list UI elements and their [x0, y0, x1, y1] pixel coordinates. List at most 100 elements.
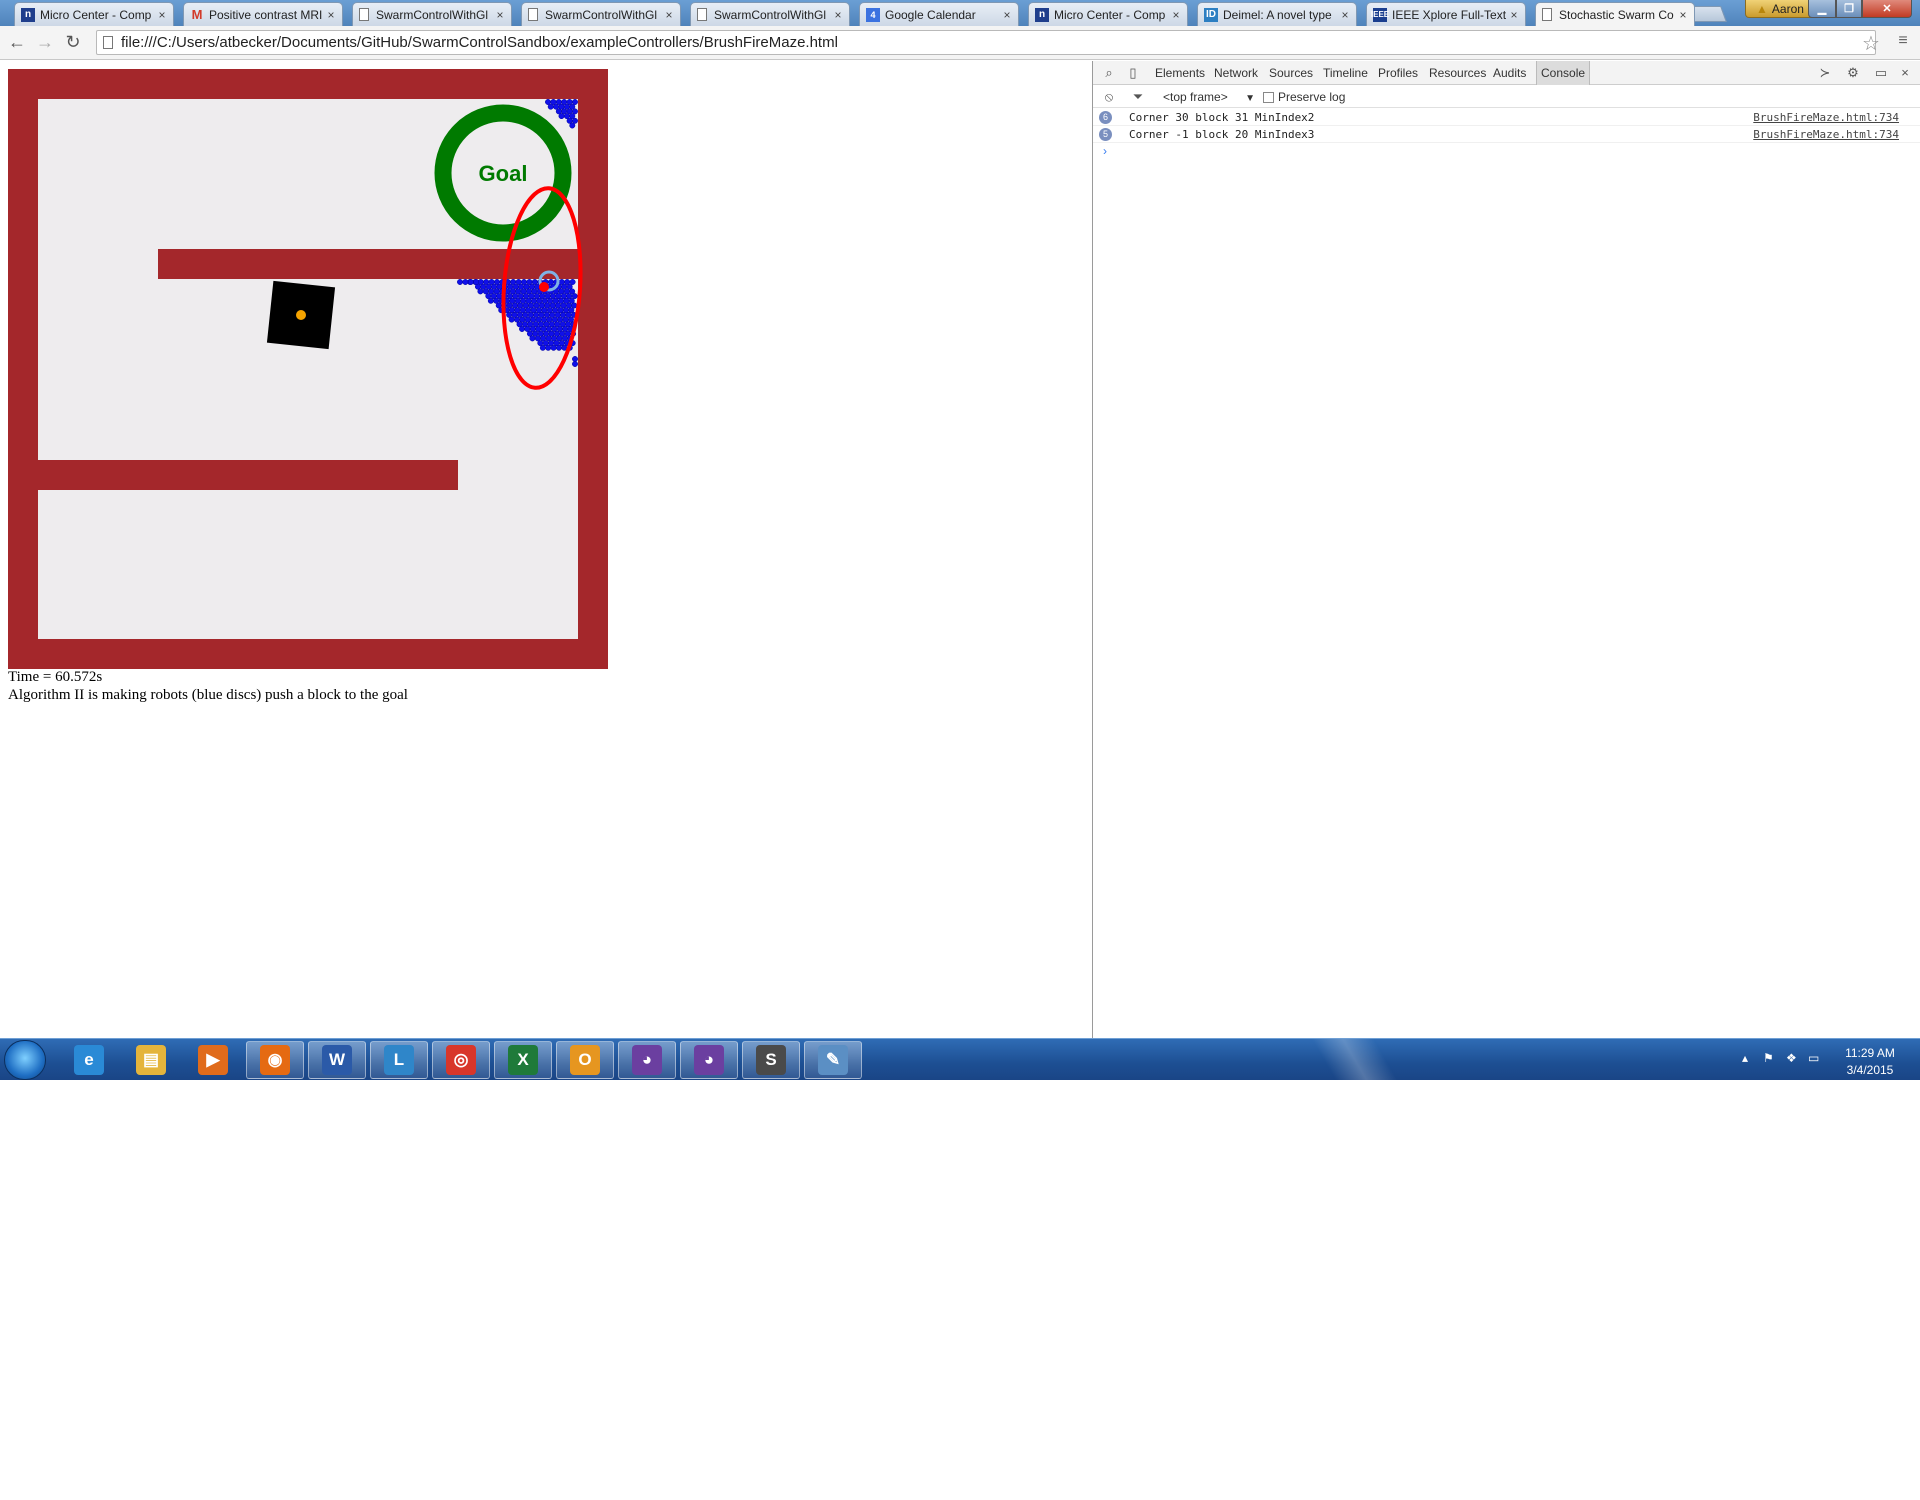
devtools-close-icon[interactable]: ×	[1897, 65, 1913, 81]
robot-disc	[571, 293, 578, 300]
taskbar-button[interactable]: O	[556, 1041, 614, 1079]
browser-tab[interactable]: 4 Google Calendar ×	[859, 2, 1019, 26]
forward-arrow-icon: →	[36, 32, 54, 52]
clock-date[interactable]: 3/4/2015	[1842, 1063, 1898, 1077]
devtools-tab-audits[interactable]: Audits	[1493, 61, 1526, 85]
console-prompt[interactable]: ›	[1093, 143, 1920, 160]
simulation-canvas[interactable]: Goal	[8, 69, 608, 669]
browser-tab[interactable]: Stochastic Swarm Co ×	[1535, 2, 1695, 26]
console-message: 5 Corner -1 block 20 MinIndex3 BrushFireMa…	[1093, 126, 1920, 143]
dropbox-icon[interactable]: ❖	[1786, 1051, 1797, 1065]
tab-close-icon[interactable]: ×	[831, 8, 845, 22]
preserve-log-checkbox[interactable]	[1263, 91, 1274, 103]
clock-time[interactable]: 11:29 AM	[1842, 1046, 1898, 1060]
tab-close-icon[interactable]: ×	[1000, 8, 1014, 22]
taskbar-button[interactable]: ▤	[122, 1041, 180, 1079]
browser-tab[interactable]: SwarmControlWithGl ×	[352, 2, 512, 26]
tab-close-icon[interactable]: ×	[1338, 8, 1352, 22]
taskbar-button[interactable]: ▶	[184, 1041, 242, 1079]
tab-label: Micro Center - Comp	[1054, 7, 1166, 22]
devtools-tab-resources[interactable]: Resources	[1429, 61, 1486, 85]
back-button[interactable]: ←	[6, 31, 28, 53]
browser-tab[interactable]: SwarmControlWithGl ×	[521, 2, 681, 26]
tab-close-icon[interactable]: ×	[1169, 8, 1183, 22]
devtools-tab-console[interactable]: Console	[1536, 61, 1591, 85]
devtools-tab-network[interactable]: Network	[1214, 61, 1258, 85]
console-drawer-icon[interactable]: ≻	[1817, 65, 1833, 81]
network-icon[interactable]: ▭	[1808, 1051, 1819, 1065]
page-content: Goal Time = 60.572s Algorithm II is maki…	[0, 61, 1092, 1038]
minimize-icon: ▁	[1817, 3, 1827, 15]
window-restore-button[interactable]: ❐	[1836, 0, 1862, 18]
taskbar-button[interactable]: ✎	[804, 1041, 862, 1079]
browser-tab[interactable]: M Positive contrast MRI ×	[183, 2, 343, 26]
chrome-menu-button[interactable]: ≡	[1894, 32, 1912, 50]
tab-label: Micro Center - Comp	[40, 7, 152, 22]
action-center-flag-icon[interactable]: ⚑	[1763, 1051, 1774, 1065]
robot-disc	[529, 335, 536, 342]
profile-button[interactable]: ▲ Aaron	[1745, 0, 1815, 18]
browser-tab[interactable]: IEEE IEEE Xplore Full-Text ×	[1366, 2, 1526, 26]
forward-button[interactable]: →	[34, 31, 56, 53]
robot-disc	[457, 279, 463, 285]
taskbar-button[interactable]: ◉	[246, 1041, 304, 1079]
page-icon	[1542, 8, 1552, 21]
robot-disc	[547, 103, 554, 110]
taskbar-button[interactable]: L	[370, 1041, 428, 1079]
preserve-log-label: Preserve log	[1278, 90, 1346, 104]
tab-close-icon[interactable]: ×	[155, 8, 169, 22]
devtools-tab-elements[interactable]: Elements	[1155, 61, 1205, 85]
device-mode-icon[interactable]: ▯	[1125, 65, 1141, 81]
settings-gear-icon[interactable]: ⚙	[1845, 65, 1861, 81]
console-source-link[interactable]: BrushFireMaze.html:734	[1753, 111, 1899, 124]
show-hidden-icons-icon[interactable]: ▴	[1742, 1051, 1748, 1065]
target-dot	[539, 282, 549, 292]
robot-disc	[473, 279, 480, 285]
github-icon-2: ◕	[694, 1045, 724, 1075]
devtools-tab-profiles[interactable]: Profiles	[1378, 61, 1418, 85]
window-close-button[interactable]: ✕	[1862, 0, 1912, 18]
tab-close-icon[interactable]: ×	[1507, 8, 1521, 22]
frame-selector[interactable]: <top frame> ▼	[1163, 90, 1255, 104]
window-minimize-button[interactable]: ▁	[1808, 0, 1836, 18]
taskbar-button[interactable]: W	[308, 1041, 366, 1079]
robot-disc	[572, 361, 578, 367]
taskbar-button[interactable]: ◎	[432, 1041, 490, 1079]
devtools-tab-sources[interactable]: Sources	[1269, 61, 1313, 85]
reload-button[interactable]: ↻	[62, 31, 84, 53]
tab-label: SwarmControlWithGl	[376, 7, 489, 22]
devtools-tab-timeline[interactable]: Timeline	[1323, 61, 1368, 85]
taskbar-button[interactable]: e	[60, 1041, 118, 1079]
console-filter-bar: ⦸ ⏷ <top frame> ▼ Preserve log	[1093, 86, 1920, 108]
browser-tab[interactable]: SwarmControlWithGl ×	[690, 2, 850, 26]
taskbar-button[interactable]: S	[742, 1041, 800, 1079]
start-button[interactable]	[4, 1040, 46, 1080]
outlook-icon: O	[570, 1045, 600, 1075]
tab-close-icon[interactable]: ×	[662, 8, 676, 22]
taskbar-button[interactable]: X	[494, 1041, 552, 1079]
warning-icon: ▲	[1756, 1, 1768, 16]
clear-console-icon[interactable]: ⦸	[1101, 89, 1117, 105]
console-source-link[interactable]: BrushFireMaze.html:734	[1753, 128, 1899, 141]
reload-icon: ↻	[65, 32, 81, 52]
preserve-log-option[interactable]: Preserve log	[1263, 90, 1345, 104]
inspect-search-icon[interactable]: ⌕	[1101, 65, 1117, 81]
paint-icon: ✎	[818, 1045, 848, 1075]
taskbar-button[interactable]: ◕	[618, 1041, 676, 1079]
dock-side-icon[interactable]: ▭	[1873, 65, 1889, 81]
browser-tab[interactable]: ID Deimel: A novel type ×	[1197, 2, 1357, 26]
browser-tab[interactable]: n Micro Center - Comp ×	[1028, 2, 1188, 26]
tab-close-icon[interactable]: ×	[1676, 8, 1690, 22]
filter-icon[interactable]: ⏷	[1130, 89, 1146, 105]
internet-explorer-icon: e	[74, 1045, 104, 1075]
tab-close-icon[interactable]: ×	[493, 8, 507, 22]
chrome-icon: ◎	[446, 1045, 476, 1075]
address-bar[interactable]: file:///C:/Users/atbecker/Documents/GitH…	[96, 30, 1876, 55]
page-icon	[528, 8, 538, 21]
robot-disc	[550, 344, 557, 351]
robot-disc	[539, 344, 546, 351]
taskbar-button[interactable]: ◕	[680, 1041, 738, 1079]
bookmark-star-button[interactable]: ☆	[1862, 31, 1880, 56]
tab-close-icon[interactable]: ×	[324, 8, 338, 22]
browser-tab[interactable]: n Micro Center - Comp ×	[14, 2, 174, 26]
